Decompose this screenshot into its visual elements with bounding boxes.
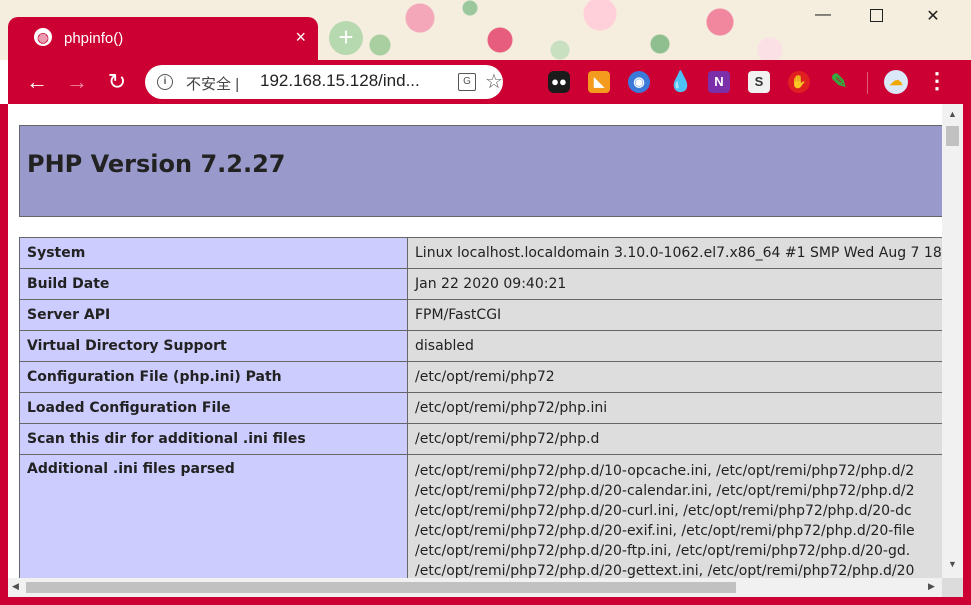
menu-icon[interactable]: ⋮ — [926, 68, 948, 94]
back-button[interactable]: ← — [24, 69, 50, 95]
drop-icon[interactable]: 💧 — [668, 71, 693, 93]
evernote-icon[interactable]: ✎ — [828, 71, 850, 93]
php-version-header: PHP Version 7.2.27 — [19, 125, 942, 217]
row-key: Virtual Directory Support — [19, 330, 408, 362]
scroll-right-icon[interactable]: ▶ — [928, 581, 935, 592]
omnibox-separator: | — [235, 76, 240, 93]
row-value: Jan 22 2020 09:40:21 — [407, 268, 942, 300]
ini-line: /etc/opt/remi/php72/php.d/20-exif.ini, /… — [415, 523, 915, 539]
row-value: FPM/FastCGI — [407, 299, 942, 331]
row-key: Additional .ini files parsed — [19, 454, 408, 578]
scroll-left-icon[interactable]: ◀ — [12, 581, 19, 592]
window-frame-left — [0, 104, 8, 605]
ini-line: /etc/opt/remi/php72/php.d/10-opcache.ini… — [415, 463, 915, 479]
globe-icon: ◍ — [34, 28, 52, 46]
tab-title: phpinfo() — [64, 30, 124, 47]
ini-line: /etc/opt/remi/php72/php.d/20-curl.ini, /… — [415, 503, 912, 519]
table-row: Virtual Directory Support disabled — [19, 330, 942, 362]
profile-avatar-icon[interactable]: ☁ — [884, 70, 908, 94]
row-value: Linux localhost.localdomain 3.10.0-1062.… — [407, 237, 942, 269]
row-value: /etc/opt/remi/php72/php.ini — [407, 392, 942, 424]
table-row: Build Date Jan 22 2020 09:40:21 — [19, 268, 942, 300]
window-frame-bottom — [0, 597, 971, 605]
scroll-down-icon[interactable]: ▼ — [948, 559, 957, 569]
security-text: 不安全 — [186, 76, 232, 93]
reload-button[interactable]: ↻ — [104, 69, 130, 95]
toolbar-divider — [867, 72, 868, 94]
horizontal-scroll-thumb[interactable] — [26, 582, 736, 593]
page-title: PHP Version 7.2.27 — [27, 150, 286, 178]
url-text[interactable]: 192.168.15.128/ind... — [260, 71, 420, 91]
s-extension-icon[interactable]: S — [748, 71, 770, 93]
table-row: System Linux localhost.localdomain 3.10.0… — [19, 237, 942, 269]
row-value-ini-list: /etc/opt/remi/php72/php.d/10-opcache.ini… — [407, 454, 942, 578]
table-row: Loaded Configuration File/etc/opt/remi/p… — [19, 392, 942, 424]
close-window-button[interactable]: ✕ — [910, 6, 956, 26]
bookmark-star-icon[interactable]: ☆ — [485, 69, 503, 94]
site-info-icon[interactable]: i — [157, 74, 173, 90]
table-row: Scan this dir for additional .ini files /… — [19, 423, 942, 455]
row-value: disabled — [407, 330, 942, 362]
active-tab[interactable]: ◍ phpinfo() × — [8, 17, 318, 61]
forward-button[interactable]: → — [64, 69, 90, 95]
extension-1-icon[interactable]: ●● — [548, 71, 570, 93]
onenote-icon[interactable]: N — [708, 71, 730, 93]
row-key: Loaded Configuration File — [19, 392, 408, 424]
maximize-icon — [869, 9, 883, 22]
horizontal-scrollbar[interactable]: ◀ ▶ — [8, 578, 942, 597]
window-frame-right — [963, 60, 971, 605]
row-value: /etc/opt/remi/php72 — [407, 361, 942, 393]
ini-line: /etc/opt/remi/php72/php.d/20-gettext.ini… — [415, 563, 915, 578]
scroll-up-icon[interactable]: ▲ — [948, 109, 957, 119]
row-key: Build Date — [19, 268, 408, 300]
page-viewport: PHP Version 7.2.27 System Linux localhost… — [8, 104, 942, 578]
hand-stop-icon[interactable]: ✋ — [788, 71, 810, 93]
table-row-ini-files: Additional .ini files parsed /etc/opt/re… — [19, 454, 942, 578]
row-key: Configuration File (php.ini) Path — [19, 361, 408, 393]
ini-line: /etc/opt/remi/php72/php.d/20-calendar.in… — [415, 483, 915, 499]
vertical-scrollbar[interactable]: ▲ ▼ — [942, 104, 963, 578]
translate-icon[interactable]: G — [458, 73, 476, 91]
phpinfo-table: System Linux localhost.localdomain 3.10.0… — [19, 237, 942, 578]
rss-icon[interactable]: ◣ — [588, 71, 610, 93]
maximize-button[interactable] — [853, 6, 899, 27]
security-label: 不安全 | — [186, 73, 239, 94]
scrollbar-corner — [942, 578, 963, 597]
vertical-scroll-thumb[interactable] — [946, 126, 959, 146]
row-key: System — [19, 237, 408, 269]
minimize-button[interactable]: — — [800, 6, 846, 24]
table-row: Server API FPM/FastCGI — [19, 299, 942, 331]
table-row: Configuration File (php.ini) Path/etc/op… — [19, 361, 942, 393]
title-bar: ◍ phpinfo() × + — ✕ — [0, 0, 971, 61]
row-key: Server API — [19, 299, 408, 331]
globe-extension-icon[interactable]: ◉ — [628, 71, 650, 93]
ini-line: /etc/opt/remi/php72/php.d/20-ftp.ini, /e… — [415, 543, 911, 559]
row-key: Scan this dir for additional .ini files — [19, 423, 408, 455]
tab-close-icon[interactable]: × — [295, 27, 306, 48]
new-tab-button[interactable]: + — [329, 21, 363, 55]
toolbar: ← → ↻ i 不安全 | 192.168.15.128/ind... G ☆ … — [8, 60, 963, 104]
row-value: /etc/opt/remi/php72/php.d — [407, 423, 942, 455]
address-bar[interactable]: i 不安全 | 192.168.15.128/ind... G ☆ — [145, 65, 503, 99]
